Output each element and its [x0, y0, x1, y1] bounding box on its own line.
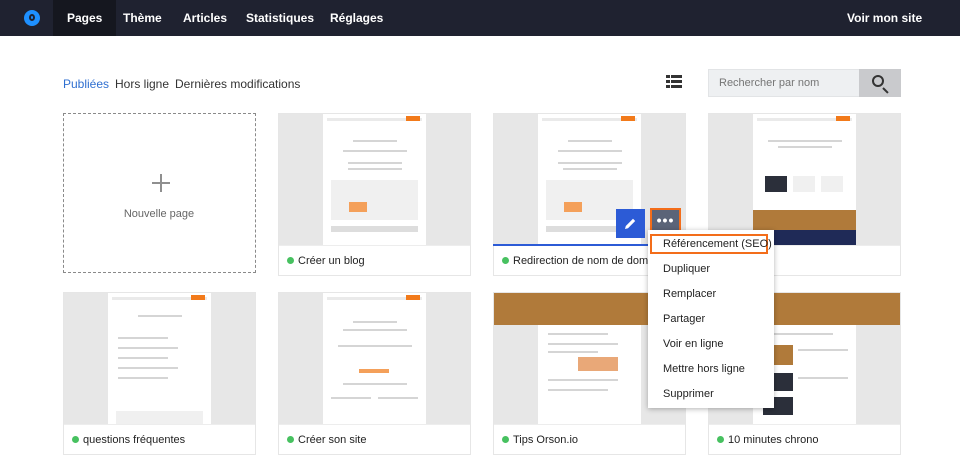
page-title: Créer son site [279, 424, 470, 455]
menu-item-unpublish[interactable]: Mettre hors ligne [663, 363, 745, 375]
list-view-icon[interactable] [666, 75, 682, 89]
menu-item-seo[interactable]: Référencement (SEO) [663, 238, 772, 250]
menu-item-view-online[interactable]: Voir en ligne [663, 338, 724, 350]
edit-button[interactable] [616, 209, 645, 238]
top-navbar: Pages Thème Articles Statistiques Réglag… [0, 0, 960, 61]
page-card[interactable]: questions fréquentes [63, 292, 256, 455]
status-dot [287, 436, 294, 443]
filter-published[interactable]: Publiées [63, 77, 109, 91]
new-page-card[interactable]: Nouvelle page [63, 113, 256, 273]
page-thumbnail [709, 114, 900, 245]
nav-statistics[interactable]: Statistiques [246, 0, 314, 36]
search-input[interactable] [708, 69, 859, 97]
menu-item-delete[interactable]: Supprimer [663, 388, 714, 400]
menu-item-share[interactable]: Partager [663, 313, 705, 325]
status-dot [502, 257, 509, 264]
menu-item-duplicate[interactable]: Dupliquer [663, 263, 710, 275]
status-dot [502, 436, 509, 443]
pencil-icon [625, 218, 636, 229]
view-site-link[interactable]: Voir mon site publié [847, 0, 960, 61]
page-thumbnail [64, 293, 255, 424]
page-title: Créer un blog [279, 245, 470, 276]
page-actions-menu: Référencement (SEO) Dupliquer Remplacer … [648, 230, 774, 408]
menu-item-replace[interactable]: Remplacer [663, 288, 716, 300]
status-dot [287, 257, 294, 264]
power-icon[interactable] [24, 10, 40, 26]
nav-theme[interactable]: Thème [123, 0, 162, 36]
status-dot [72, 436, 79, 443]
nav-articles[interactable]: Articles [183, 0, 227, 36]
page-thumbnail [279, 293, 470, 424]
page-title: 10 minutes chrono [709, 424, 900, 455]
filter-offline[interactable]: Hors ligne [115, 77, 169, 91]
page-thumbnail [279, 114, 470, 245]
search-icon [872, 75, 884, 87]
page-title: questions fréquentes [64, 424, 255, 455]
new-page-label: Nouvelle page [123, 208, 195, 220]
nav-pages[interactable]: Pages [53, 0, 117, 36]
page-title: Tips Orson.io [494, 424, 685, 455]
search-button[interactable] [859, 69, 901, 97]
filter-recent[interactable]: Dernières modifications [175, 77, 300, 91]
plus-icon [152, 174, 170, 192]
page-card[interactable]: Créer un blog [278, 113, 471, 276]
nav-settings[interactable]: Réglages [330, 0, 383, 36]
status-dot [717, 436, 724, 443]
page-card[interactable]: Créer son site [278, 292, 471, 455]
